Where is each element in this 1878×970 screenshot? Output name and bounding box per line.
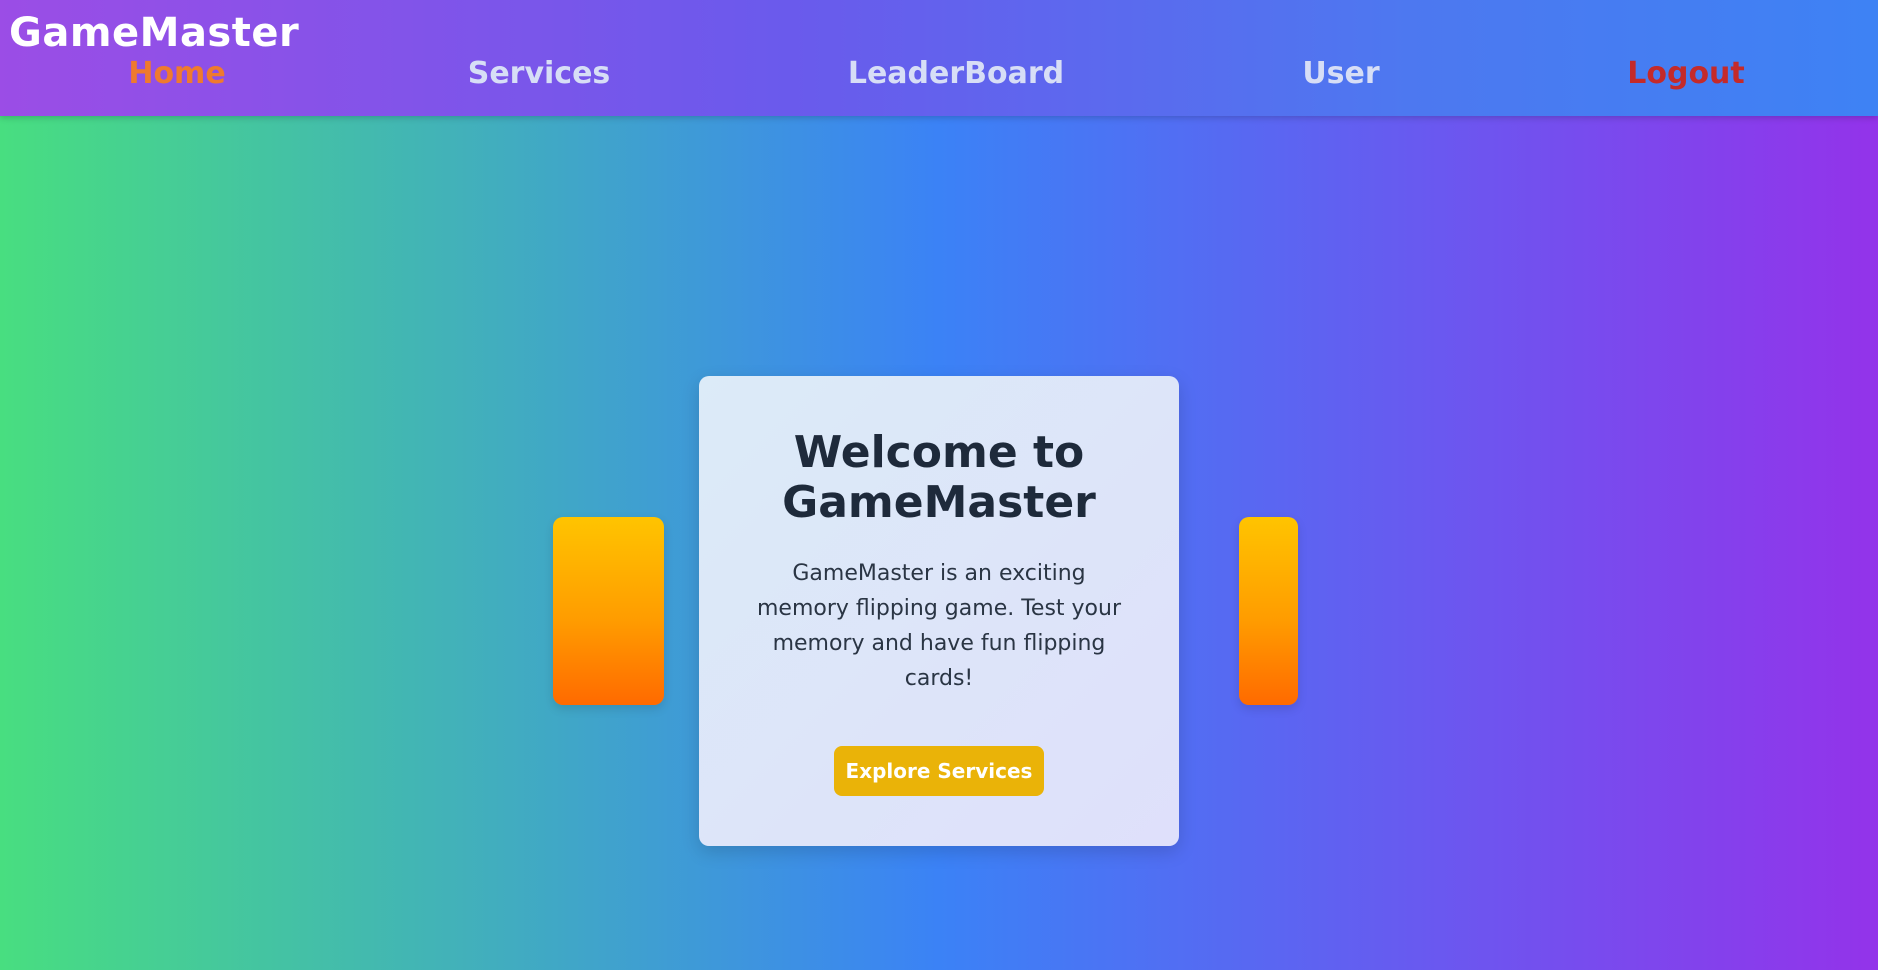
nav-services-link[interactable]: Services bbox=[468, 54, 611, 94]
welcome-description: GameMaster is an exciting memory flippin… bbox=[756, 561, 1121, 691]
welcome-title-line1: Welcome to bbox=[793, 427, 1085, 478]
nav-logout-link[interactable]: Logout bbox=[1627, 54, 1745, 94]
welcome-title-line2: GameMaster bbox=[782, 477, 1096, 528]
nav-user-link[interactable]: User bbox=[1302, 54, 1379, 94]
top-navbar: GameMaster Home Services LeaderBoard Use… bbox=[0, 0, 1878, 116]
brand-logo[interactable]: GameMaster bbox=[9, 9, 299, 57]
welcome-title: Welcome to GameMaster bbox=[739, 428, 1139, 528]
nav-home-link[interactable]: Home bbox=[128, 54, 225, 94]
flip-card-left[interactable] bbox=[553, 517, 664, 705]
welcome-card: Welcome to GameMaster GameMaster is an e… bbox=[699, 376, 1179, 846]
flip-card-right[interactable] bbox=[1239, 517, 1298, 705]
explore-services-button[interactable]: Explore Services bbox=[834, 746, 1044, 796]
nav-leaderboard-link[interactable]: LeaderBoard bbox=[848, 54, 1064, 94]
